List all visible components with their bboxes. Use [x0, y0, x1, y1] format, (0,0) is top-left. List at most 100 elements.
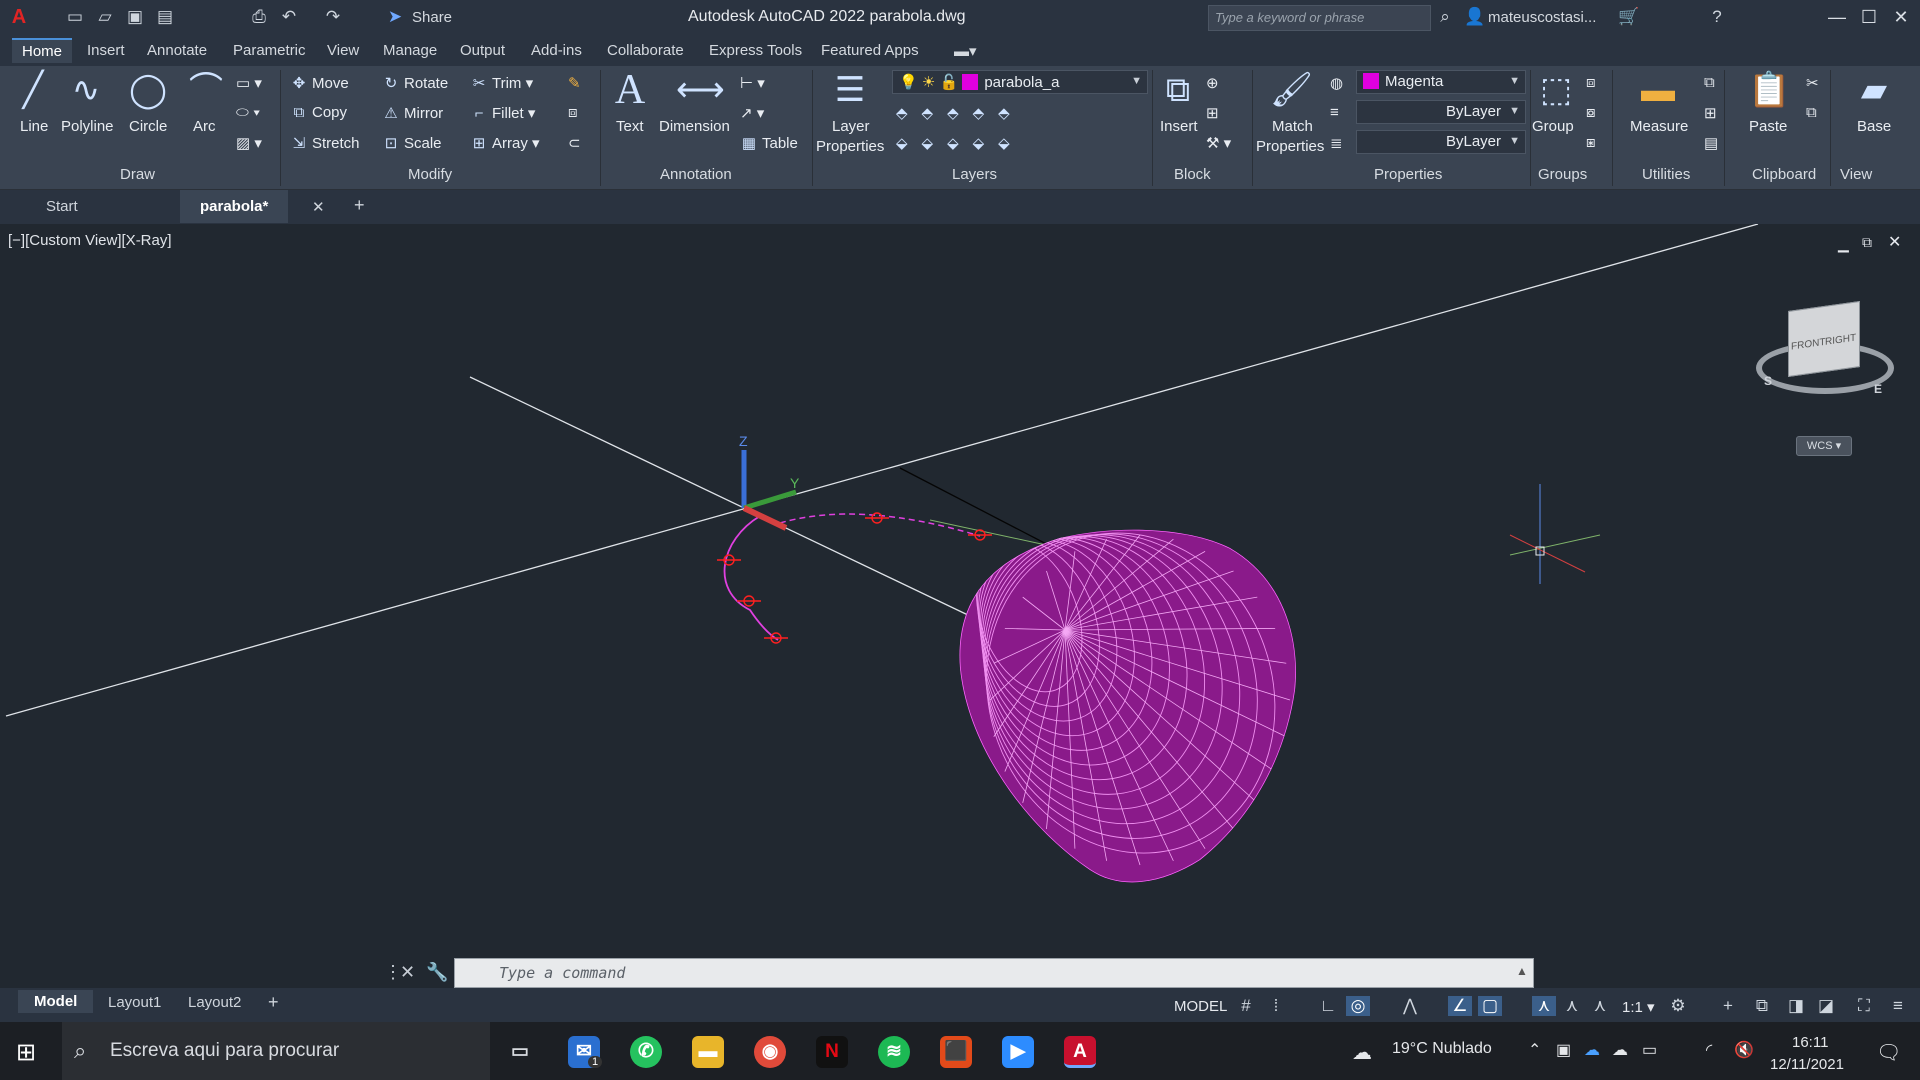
- wcs-button[interactable]: WCS ▾: [1796, 436, 1852, 456]
- network-icon[interactable]: ◜: [1706, 1040, 1712, 1060]
- annotation-monitor-icon[interactable]: +: [1716, 996, 1740, 1016]
- group-edit-icon[interactable]: ⧇: [1586, 104, 1596, 121]
- plot-icon[interactable]: ⎙: [248, 6, 270, 28]
- tab-view[interactable]: View: [327, 42, 359, 59]
- ellipse-icon[interactable]: ⬭ ▾: [236, 104, 260, 121]
- zoom-icon[interactable]: ▶: [1002, 1036, 1034, 1068]
- viewport-restore-icon[interactable]: ⧉: [1862, 234, 1872, 251]
- mirror-button[interactable]: ⚠ Mirror: [382, 104, 443, 122]
- minimize-button[interactable]: —: [1822, 4, 1852, 30]
- tab-model[interactable]: Model: [18, 990, 94, 1013]
- table-button[interactable]: ▦ Table: [740, 134, 798, 152]
- tab-home[interactable]: Home: [12, 38, 73, 63]
- modify-panel-title[interactable]: Modify: [408, 166, 452, 183]
- layer-properties-button-2[interactable]: Properties: [816, 138, 884, 155]
- clock-time[interactable]: 16:11: [1792, 1034, 1828, 1051]
- drawing-canvas[interactable]: Z Y: [0, 224, 1920, 989]
- windows-start-icon[interactable]: ⊞: [16, 1038, 36, 1067]
- explode-icon[interactable]: ⧈: [568, 104, 578, 121]
- user-name[interactable]: mateuscostasi...: [1488, 9, 1596, 26]
- task-view-icon[interactable]: ▭: [504, 1036, 536, 1068]
- group-icon[interactable]: ⬚: [1536, 70, 1576, 110]
- move-button[interactable]: ✥ Move: [290, 74, 349, 92]
- hatch-icon[interactable]: ▨ ▾: [236, 134, 262, 152]
- transparency-icon[interactable]: ≣: [1330, 134, 1343, 152]
- layer-tools-row-1-icon[interactable]: ⬘⬘⬘⬘⬘: [896, 104, 1024, 122]
- erase-icon[interactable]: ✎: [568, 74, 581, 92]
- insert-button[interactable]: Insert: [1160, 118, 1198, 135]
- object-snap-tracking-icon[interactable]: ∠: [1448, 996, 1472, 1016]
- undo-icon[interactable]: ↶: [278, 6, 300, 28]
- command-input[interactable]: Type a command: [454, 958, 1534, 988]
- fillet-button[interactable]: ⌐ Fillet ▾: [470, 104, 536, 122]
- share-icon[interactable]: ➤: [384, 6, 406, 28]
- polyline-icon[interactable]: ∿: [66, 70, 106, 110]
- ungroup-icon[interactable]: ⧈: [1586, 74, 1596, 91]
- grid-icon[interactable]: #: [1234, 996, 1258, 1016]
- weather-icon[interactable]: ☁: [1352, 1040, 1372, 1065]
- block-panel-title[interactable]: Block: [1174, 166, 1211, 183]
- tab-manage[interactable]: Manage: [383, 42, 437, 59]
- battery-icon[interactable]: ▭: [1642, 1040, 1657, 1060]
- command-close-icon[interactable]: ✕: [400, 962, 415, 983]
- base-button[interactable]: Base: [1857, 118, 1891, 135]
- drawing-viewport[interactable]: Z Y ▁ ⧉ ✕ S E FRONT RIGHT WCS ▾: [0, 224, 1920, 989]
- weather-text[interactable]: 19°C Nublado: [1392, 1040, 1492, 1058]
- onedrive-error-icon[interactable]: ☁: [1612, 1040, 1628, 1060]
- layer-dropdown[interactable]: 💡 ☀ 🔓 parabola_a ▼: [892, 70, 1148, 94]
- new-tab-icon[interactable]: +: [354, 195, 365, 216]
- scale-button[interactable]: ⊡ Scale: [382, 134, 442, 152]
- base-view-icon[interactable]: ▰: [1854, 70, 1894, 110]
- notifications-icon[interactable]: 🗨: [1876, 1040, 1901, 1065]
- quick-properties-icon[interactable]: ◨: [1784, 996, 1808, 1016]
- tab-insert[interactable]: Insert: [87, 42, 125, 59]
- calculator-icon[interactable]: ▤: [1704, 134, 1718, 152]
- color-wheel-icon[interactable]: ◍: [1330, 74, 1343, 92]
- taskbar-search[interactable]: Escreva aqui para procurar: [62, 1022, 490, 1080]
- linetype-dropdown[interactable]: ByLayer ▼: [1356, 100, 1526, 124]
- measure-icon[interactable]: ▬: [1638, 70, 1678, 110]
- search-input[interactable]: Type a keyword or phrase: [1208, 5, 1431, 31]
- cart-icon[interactable]: 🛒: [1618, 6, 1640, 28]
- view-panel-title[interactable]: View: [1840, 166, 1872, 183]
- netflix-icon[interactable]: N: [816, 1036, 848, 1068]
- clean-screen-icon[interactable]: ⛶: [1852, 996, 1876, 1016]
- text-button[interactable]: Text: [616, 118, 644, 135]
- whatsapp-icon[interactable]: ✆: [630, 1036, 662, 1068]
- linear-dim-icon[interactable]: ⊢ ▾: [740, 74, 765, 92]
- tray-chevron-icon[interactable]: ⌃: [1528, 1040, 1541, 1060]
- tray-meet-icon[interactable]: ▣: [1556, 1040, 1571, 1060]
- scale-dropdown[interactable]: 1:1 ▾: [1622, 998, 1655, 1016]
- rotate-button[interactable]: ↻ Rotate: [382, 74, 449, 92]
- isodraft-icon[interactable]: ⋀: [1398, 996, 1422, 1016]
- annotation-panel-title[interactable]: Annotation: [660, 166, 732, 183]
- match-properties-button-1[interactable]: Match: [1272, 118, 1313, 135]
- save-as-icon[interactable]: ▤: [154, 6, 176, 28]
- circle-button[interactable]: Circle: [129, 118, 167, 135]
- block-edit-icon[interactable]: ⊞: [1206, 104, 1219, 122]
- layer-tools-row-2-icon[interactable]: ⬙⬙⬙⬙⬙: [896, 134, 1024, 152]
- viewport-close-icon[interactable]: ✕: [1888, 232, 1901, 252]
- text-icon[interactable]: A: [610, 69, 650, 111]
- layers-panel-title[interactable]: Layers: [952, 166, 997, 183]
- circle-icon[interactable]: ◯: [128, 70, 168, 110]
- rectangle-icon[interactable]: ▭ ▾: [236, 74, 262, 92]
- dimension-button[interactable]: Dimension: [659, 118, 730, 135]
- object-snap-icon[interactable]: ▢: [1478, 996, 1502, 1016]
- tab-express-tools[interactable]: Express Tools: [709, 42, 802, 59]
- insert-block-icon[interactable]: ⧉: [1158, 70, 1198, 110]
- paste-button[interactable]: Paste: [1749, 118, 1787, 135]
- lineweight-icon[interactable]: ≡: [1330, 104, 1339, 121]
- isolate-objects-icon[interactable]: ◪: [1814, 996, 1838, 1016]
- cut-icon[interactable]: ✂: [1806, 74, 1819, 92]
- tab-parametric[interactable]: Parametric: [233, 42, 306, 59]
- clock-date[interactable]: 12/11/2021: [1770, 1056, 1844, 1073]
- customization-icon[interactable]: ≡: [1886, 996, 1910, 1016]
- autocad-taskbar-icon[interactable]: A: [1064, 1036, 1096, 1068]
- annotation-visibility-icon[interactable]: ⋏: [1532, 996, 1556, 1016]
- command-customize-icon[interactable]: 🔧: [426, 962, 448, 983]
- array-button[interactable]: ⊞ Array ▾: [470, 134, 540, 152]
- viewport-controls-label[interactable]: [−][Custom View][X-Ray]: [8, 232, 172, 249]
- close-tab-icon[interactable]: ✕: [312, 198, 325, 216]
- office-icon[interactable]: ⬛: [940, 1036, 972, 1068]
